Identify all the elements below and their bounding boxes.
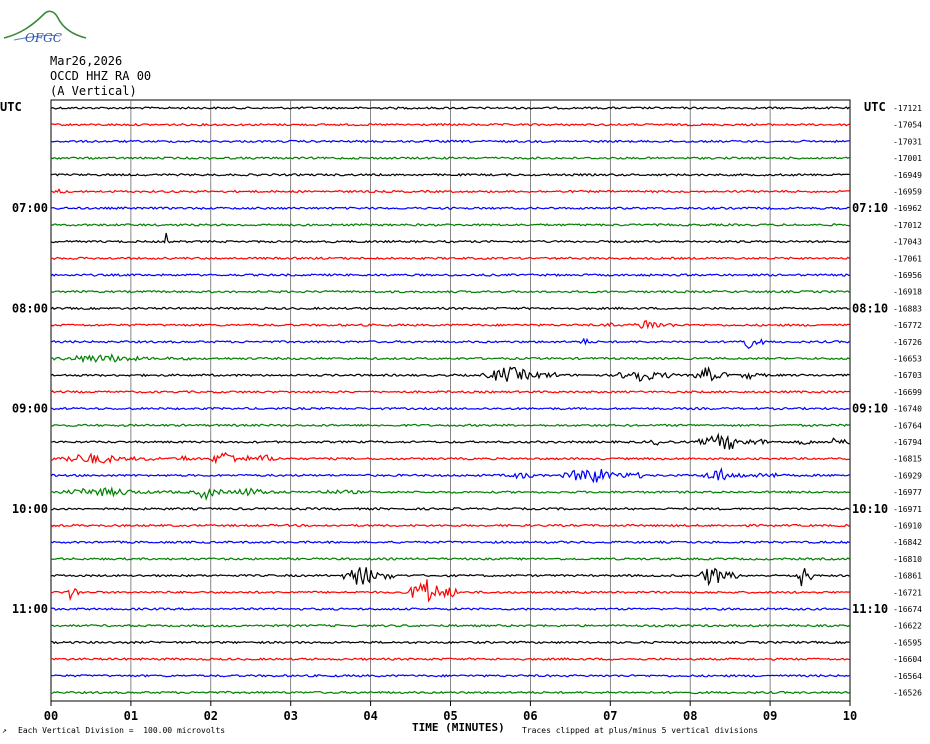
right-time-label: 11:10 bbox=[852, 602, 888, 616]
trace-mean-label: -16977 bbox=[893, 488, 922, 497]
trace-mean-label: -16772 bbox=[893, 321, 922, 330]
x-tick-label: 08 bbox=[683, 709, 697, 723]
x-tick-label: 03 bbox=[283, 709, 297, 723]
trace-mean-label: -16971 bbox=[893, 505, 922, 514]
trace-mean-label: -16699 bbox=[893, 388, 922, 397]
x-tick-label: 00 bbox=[44, 709, 58, 723]
corner-mark: ↗ bbox=[2, 726, 7, 735]
x-tick-label: 10 bbox=[843, 709, 857, 723]
scale-note: Each Vertical Division = 100.00 microvol… bbox=[18, 726, 226, 735]
trace-mean-label: -16929 bbox=[893, 471, 922, 480]
x-tick-label: 06 bbox=[523, 709, 537, 723]
trace-mean-label: -16674 bbox=[893, 605, 922, 614]
helicorder-page: OFGC Mar26,2026 OCCD HHZ RA 00 (A Vertic… bbox=[0, 0, 930, 744]
trace-mean-label: -16703 bbox=[893, 371, 922, 380]
trace-mean-label: -16956 bbox=[893, 271, 922, 280]
trace-mean-label: -17121 bbox=[893, 104, 922, 113]
left-time-label: 10:00 bbox=[12, 502, 48, 516]
trace-mean-label: -17012 bbox=[893, 221, 922, 230]
x-tick-label: 07 bbox=[603, 709, 617, 723]
trace-mean-label: -16726 bbox=[893, 338, 922, 347]
x-tick-label: 04 bbox=[363, 709, 377, 723]
trace-mean-label: -16764 bbox=[893, 421, 922, 430]
right-time-label: 09:10 bbox=[852, 402, 888, 416]
trace-mean-label: -17043 bbox=[893, 238, 922, 247]
trace-mean-label: -16564 bbox=[893, 672, 922, 681]
trace-mean-label: -16604 bbox=[893, 655, 922, 664]
trace-mean-label: -16883 bbox=[893, 304, 922, 313]
x-tick-label: 09 bbox=[763, 709, 777, 723]
trace-mean-label: -16815 bbox=[893, 455, 922, 464]
right-time-label: 08:10 bbox=[852, 301, 888, 315]
trace-mean-label: -17031 bbox=[893, 137, 922, 146]
right-time-label: 10:10 bbox=[852, 502, 888, 516]
trace-mean-label: -16949 bbox=[893, 171, 922, 180]
trace-mean-label: -16622 bbox=[893, 622, 922, 631]
left-time-label: 11:00 bbox=[12, 602, 48, 616]
left-time-label: 08:00 bbox=[12, 301, 48, 315]
right-time-label: 07:10 bbox=[852, 201, 888, 215]
trace-mean-label: -17054 bbox=[893, 121, 922, 130]
trace-mean-label: -16794 bbox=[893, 438, 922, 447]
clip-note: Traces clipped at plus/minus 5 vertical … bbox=[522, 726, 759, 735]
x-tick-label: 01 bbox=[124, 709, 138, 723]
left-time-label: 09:00 bbox=[12, 402, 48, 416]
trace-mean-label: -17001 bbox=[893, 154, 922, 163]
trace-mean-label: -17061 bbox=[893, 254, 922, 263]
left-time-label: 07:00 bbox=[12, 201, 48, 215]
trace-mean-label: -16740 bbox=[893, 405, 922, 414]
trace-row-32 bbox=[50, 640, 850, 645]
trace-mean-label: -16653 bbox=[893, 355, 922, 364]
trace-row-2 bbox=[50, 139, 850, 144]
trace-mean-label: -16910 bbox=[893, 522, 922, 531]
trace-mean-label: -16526 bbox=[893, 689, 922, 698]
trace-mean-label: -16810 bbox=[893, 555, 922, 564]
x-tick-label: 02 bbox=[204, 709, 218, 723]
seismogram-chart: 00 01 02 03 04 05 06 07 08 09 10-17121-17054-17031… bbox=[12, 99, 922, 723]
trace-mean-label: -16861 bbox=[893, 572, 922, 581]
trace-mean-label: -16595 bbox=[893, 638, 922, 647]
trace-mean-label: -16959 bbox=[893, 188, 922, 197]
trace-mean-label: -16721 bbox=[893, 588, 922, 597]
x-axis-title: TIME (MINUTES) bbox=[412, 721, 505, 734]
trace-mean-label: -16962 bbox=[893, 204, 922, 213]
trace-mean-label: -16842 bbox=[893, 538, 922, 547]
trace-mean-label: -16918 bbox=[893, 288, 922, 297]
trace-row-11 bbox=[50, 289, 850, 294]
